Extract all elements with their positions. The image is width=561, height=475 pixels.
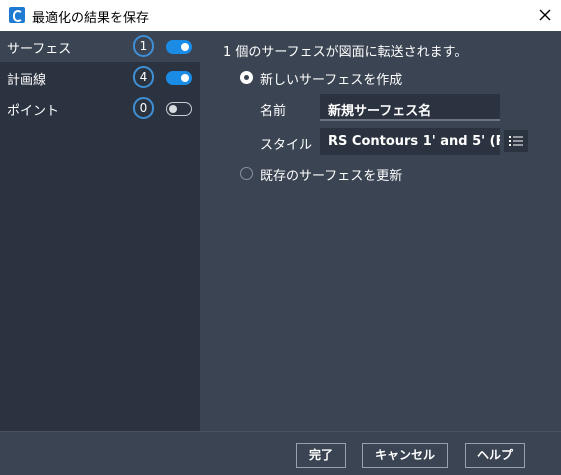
category-label: ポイント <box>7 104 60 119</box>
transfer-info-text: 1 個のサーフェスが図面に転送されます。 <box>223 45 468 60</box>
category-item-surface[interactable]: サーフェス 1 <box>0 31 200 62</box>
radio-create-new-label: 新しいサーフェスを作成 <box>260 73 403 88</box>
toggle-alignment[interactable] <box>166 71 192 85</box>
surface-name-input[interactable]: 新規サーフェス名 <box>320 94 500 121</box>
category-label: 計画線 <box>7 73 47 88</box>
radio-update-existing-label: 既存のサーフェスを更新 <box>260 169 403 184</box>
surface-style-select[interactable]: RS Contours 1' and 5' (FG <box>320 128 500 155</box>
dialog-footer: 完了 キャンセル ヘルプ <box>0 431 561 475</box>
title-bar: 最適化の結果を保存 <box>0 0 561 31</box>
window-title: 最適化の結果を保存 <box>32 11 150 26</box>
style-label: スタイル <box>260 138 313 153</box>
help-button[interactable]: ヘルプ <box>465 443 525 468</box>
count-badge: 1 <box>133 35 154 57</box>
category-label: サーフェス <box>7 42 72 57</box>
save-optimization-results-dialog: 最適化の結果を保存 サーフェス 1 計画線 4 ポイント 0 1 個のサーフェス… <box>0 0 561 475</box>
cancel-button[interactable]: キャンセル <box>362 443 448 468</box>
category-list: サーフェス 1 計画線 4 ポイント 0 <box>0 31 200 431</box>
name-label: 名前 <box>260 104 287 119</box>
category-item-alignment[interactable]: 計画線 4 <box>0 62 200 93</box>
toggle-knob <box>181 43 189 51</box>
toggle-knob <box>181 74 189 82</box>
category-item-points[interactable]: ポイント 0 <box>0 93 200 124</box>
style-list-button[interactable] <box>504 130 528 152</box>
radio-update-existing-surface[interactable] <box>240 167 253 180</box>
toggle-knob <box>169 105 177 113</box>
toggle-surface[interactable] <box>166 40 192 54</box>
list-icon <box>509 136 523 146</box>
close-button[interactable] <box>529 0 561 31</box>
count-badge: 4 <box>133 66 154 88</box>
count-badge: 0 <box>133 97 154 119</box>
civil3d-c-icon <box>9 7 25 23</box>
close-icon <box>539 9 551 21</box>
radio-create-new-surface[interactable] <box>240 71 253 84</box>
toggle-points[interactable] <box>166 102 192 116</box>
done-button[interactable]: 完了 <box>296 443 346 468</box>
